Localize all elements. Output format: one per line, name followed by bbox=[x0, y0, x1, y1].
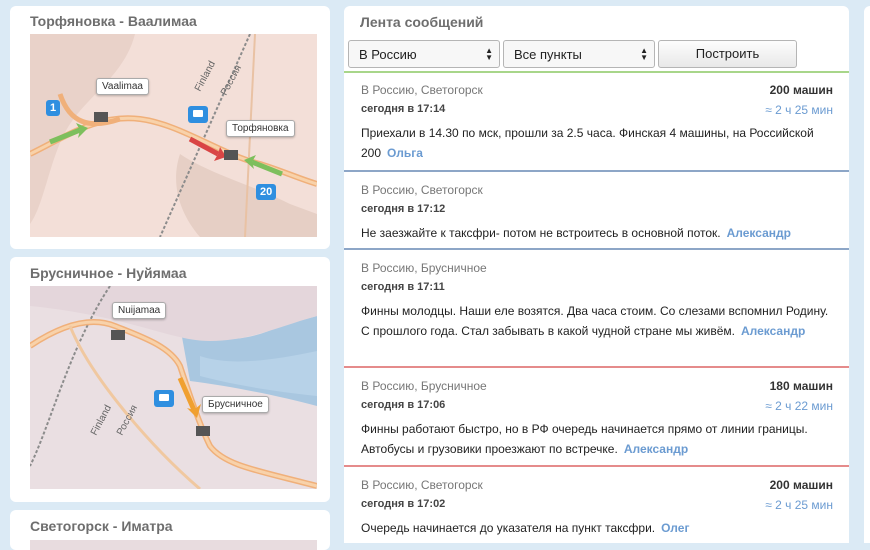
message-text: Финны работают быстро, но в РФ очередь н… bbox=[361, 419, 831, 459]
message-route: В Россию, Светогорск bbox=[361, 183, 483, 197]
message-author[interactable]: Ольга bbox=[387, 146, 423, 160]
message-route: В Россию, Светогорск bbox=[361, 83, 483, 97]
message-time: сегодня в 17:02 bbox=[361, 498, 446, 510]
message-time: сегодня в 17:06 bbox=[361, 399, 446, 411]
message-car-count: 200 машин bbox=[769, 478, 833, 492]
message-item: В Россию, Брусничное сегодня в 17:11 Фин… bbox=[344, 251, 849, 367]
crossing-card-torfyanovka[interactable]: Торфяновка - Ваалимаа Finland Россия Vaa… bbox=[10, 6, 330, 249]
select-arrows-icon: ▲ ▼ bbox=[485, 46, 493, 62]
crossing-title[interactable]: Торфяновка - Ваалимаа bbox=[30, 13, 197, 29]
feed-title: Лента сообщений bbox=[360, 14, 484, 30]
crossing-map[interactable]: Finland Россия Nuijamaa Брусничное bbox=[30, 286, 317, 489]
build-button[interactable]: Построить bbox=[658, 40, 797, 68]
message-route: В Россию, Брусничное bbox=[361, 379, 487, 393]
map-label-brusnichnoe: Брусничное bbox=[202, 396, 269, 413]
message-divider bbox=[344, 248, 849, 250]
map-label-vaalimaa: Vaalimaa bbox=[96, 78, 149, 95]
direction-select[interactable]: В Россию ▲ ▼ bbox=[348, 40, 500, 68]
message-time: сегодня в 17:12 bbox=[361, 203, 446, 215]
message-divider bbox=[344, 366, 849, 368]
select-arrows-icon: ▲ ▼ bbox=[640, 46, 648, 62]
points-select[interactable]: Все пункты ▲ ▼ bbox=[503, 40, 655, 68]
message-body: Не заезжайте к таксфри- потом не встроит… bbox=[361, 226, 721, 240]
message-author[interactable]: Александр bbox=[727, 226, 791, 240]
map-label-torfyanovka: Торфяновка bbox=[226, 120, 295, 137]
message-text: Приехали в 14.30 по мск, прошли за 2.5 ч… bbox=[361, 123, 831, 163]
message-text: Финны молодцы. Наши еле возятся. Два час… bbox=[361, 301, 831, 341]
queue-count-badge[interactable]: 1 bbox=[46, 100, 61, 116]
crossing-card-svetogorsk[interactable]: Светогорск - Иматра bbox=[10, 510, 330, 550]
message-route: В Россию, Светогорск bbox=[361, 478, 483, 492]
message-author[interactable]: Александр bbox=[741, 324, 805, 338]
message-body: Очередь начинается до указателя на пункт… bbox=[361, 521, 656, 535]
right-panel bbox=[864, 6, 870, 543]
message-text: Не заезжайте к таксфри- потом не встроит… bbox=[361, 223, 831, 243]
queue-count-badge[interactable]: 20 bbox=[256, 184, 277, 200]
chat-icon[interactable] bbox=[188, 106, 208, 123]
direction-select-value: В Россию bbox=[359, 47, 417, 62]
message-wait-time: ≈ 2 ч 25 мин bbox=[765, 498, 833, 512]
message-car-count: 200 машин bbox=[769, 83, 833, 97]
message-body: Финны работают быстро, но в РФ очередь н… bbox=[361, 422, 808, 456]
message-wait-time: ≈ 2 ч 25 мин bbox=[765, 103, 833, 117]
message-author[interactable]: Олег bbox=[661, 521, 689, 535]
points-select-value: Все пункты bbox=[514, 47, 582, 62]
map-image: Finland Россия bbox=[30, 286, 317, 489]
crossing-title[interactable]: Светогорск - Иматра bbox=[30, 518, 173, 534]
map-label-nuijamaa: Nuijamaa bbox=[112, 302, 167, 319]
message-author[interactable]: Александр bbox=[624, 442, 688, 456]
message-text: Очередь начинается до указателя на пункт… bbox=[361, 518, 831, 538]
message-item: В Россию, Светогорск 200 машин сегодня в… bbox=[344, 468, 849, 543]
crossing-title[interactable]: Брусничное - Нуйямаа bbox=[30, 265, 187, 281]
message-divider bbox=[344, 465, 849, 467]
message-route: В Россию, Брусничное bbox=[361, 261, 487, 275]
message-item: В Россию, Светогорск 200 машин сегодня в… bbox=[344, 73, 849, 168]
message-time: сегодня в 17:14 bbox=[361, 103, 446, 115]
message-body: Приехали в 14.30 по мск, прошли за 2.5 ч… bbox=[361, 126, 814, 160]
message-time: сегодня в 17:11 bbox=[361, 281, 445, 293]
message-item: В Россию, Брусничное 180 машин сегодня в… bbox=[344, 369, 849, 465]
crossing-map[interactable] bbox=[30, 540, 317, 550]
message-divider bbox=[344, 170, 849, 172]
crossing-map[interactable]: Finland Россия Vaalimaa Торфяновка 1 20 bbox=[30, 34, 317, 237]
chat-icon[interactable] bbox=[154, 390, 174, 407]
crossing-card-brusnichnoe[interactable]: Брусничное - Нуйямаа Finland Россия Nuij… bbox=[10, 257, 330, 502]
message-item: В Россию, Светогорск сегодня в 17:12 Не … bbox=[344, 173, 849, 249]
message-wait-time: ≈ 2 ч 22 мин bbox=[765, 399, 833, 413]
message-car-count: 180 машин bbox=[769, 379, 833, 393]
message-feed: Лента сообщений В Россию ▲ ▼ Все пункты ▲… bbox=[344, 6, 849, 543]
